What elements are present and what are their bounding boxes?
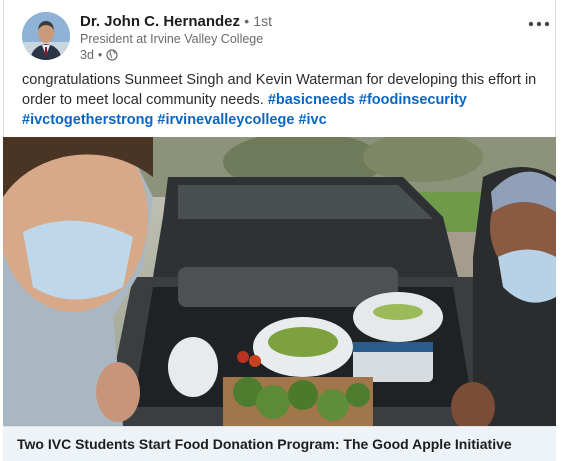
post-body-text: congratulations Sunmeet Singh and Kevin … bbox=[22, 70, 552, 130]
meta-separator: • bbox=[97, 48, 103, 62]
hashtag-link[interactable]: #foodinsecurity bbox=[359, 92, 467, 108]
hashtag-link[interactable]: #basicneeds bbox=[268, 92, 355, 108]
post-image[interactable] bbox=[3, 137, 556, 426]
author-name[interactable]: Dr. John C. Hernandez bbox=[80, 13, 240, 30]
connection-degree: 1st bbox=[253, 13, 272, 29]
post-time: 3d bbox=[80, 48, 94, 62]
connection-separator: • bbox=[244, 13, 250, 29]
post-header: Dr. John C. Hernandez • 1st President at… bbox=[22, 12, 552, 64]
hashtag-link[interactable]: #ivc bbox=[298, 112, 326, 128]
avatar-photo bbox=[22, 12, 70, 60]
hashtag-link[interactable]: #ivctogetherstrong bbox=[22, 112, 153, 128]
globe-icon bbox=[106, 49, 118, 61]
author-avatar[interactable] bbox=[22, 12, 70, 60]
author-headline: President at Irvine Valley College bbox=[80, 32, 264, 46]
hashtag-link[interactable]: #irvinevalleycollege bbox=[157, 112, 294, 128]
author-line: Dr. John C. Hernandez • 1st bbox=[80, 12, 272, 31]
link-preview-title[interactable]: Two IVC Students Start Food Donation Pro… bbox=[3, 426, 556, 461]
author-info: Dr. John C. Hernandez • 1st President at… bbox=[80, 12, 272, 63]
post-meta: 3d • bbox=[80, 47, 272, 63]
car-trunk-produce-photo bbox=[3, 137, 556, 426]
more-options-icon[interactable] bbox=[528, 16, 550, 27]
